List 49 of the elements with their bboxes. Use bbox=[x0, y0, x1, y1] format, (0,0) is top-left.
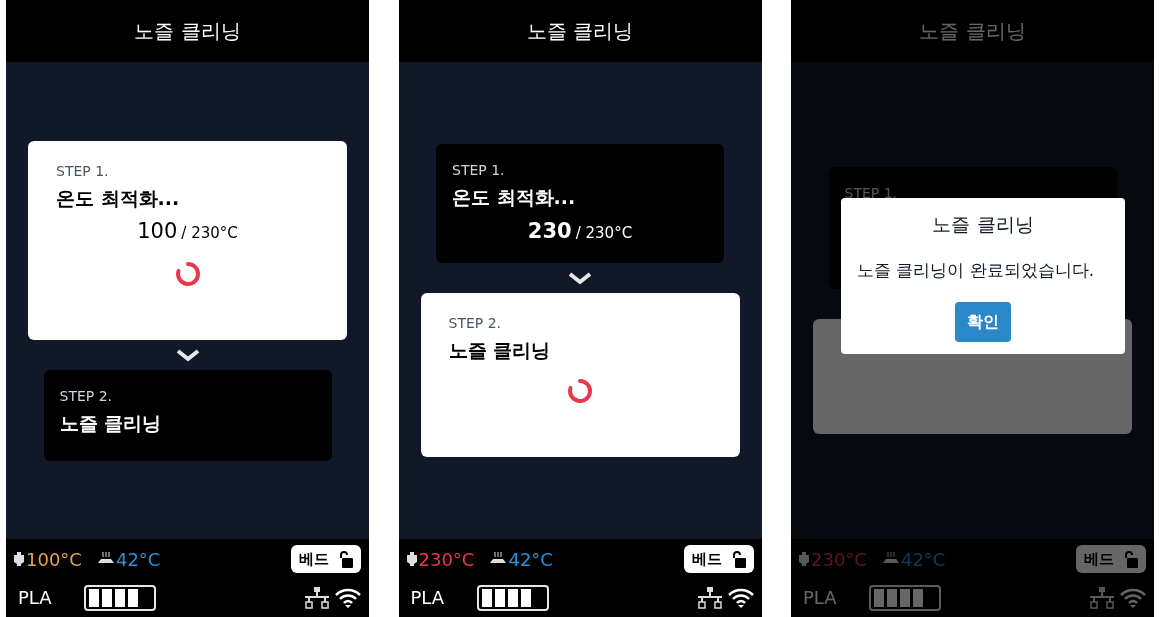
step-title: 온도 최적화... bbox=[452, 185, 577, 211]
step-label: STEP 1. bbox=[844, 184, 899, 203]
network-icon bbox=[303, 586, 331, 609]
nozzle-temperature: 230°C bbox=[811, 547, 867, 572]
step-label: STEP 1. bbox=[452, 161, 506, 181]
bed-temperature: 42°C bbox=[900, 547, 946, 572]
wifi-icon bbox=[335, 587, 361, 608]
step-title: 노즐 클리닝 bbox=[59, 410, 163, 436]
bed-temperature: 42°C bbox=[508, 547, 553, 572]
wifi-icon bbox=[1120, 587, 1146, 608]
target-temperature: / 230°C bbox=[575, 222, 633, 244]
chevron-down-icon bbox=[567, 271, 593, 286]
network-icon bbox=[695, 586, 724, 609]
unlocked-padlock-icon bbox=[1122, 550, 1138, 568]
nozzle-icon bbox=[799, 552, 809, 566]
loading-spinner-icon bbox=[566, 376, 594, 405]
current-temperature: 100 bbox=[137, 218, 178, 245]
loading-spinner-icon bbox=[173, 259, 202, 288]
bed-lock-button[interactable]: 베드 bbox=[291, 545, 361, 573]
wifi-icon bbox=[727, 587, 754, 608]
dialog-message: 노즐 클리닝이 완료되었습니다. bbox=[857, 258, 1096, 282]
heated-bed-icon bbox=[97, 552, 114, 566]
bed-temperature: 42°C bbox=[115, 547, 161, 572]
step-title: 온도 최적화... bbox=[56, 185, 181, 211]
step-label: STEP 2. bbox=[59, 386, 114, 406]
screen-title: 노즐 클리닝 bbox=[526, 18, 634, 45]
bed-lock-button[interactable]: 베드 bbox=[683, 545, 754, 573]
confirm-button[interactable]: 확인 bbox=[955, 301, 1011, 342]
heated-bed-icon bbox=[882, 552, 899, 566]
nozzle-icon bbox=[406, 552, 417, 566]
screen-title: 노즐 클리닝 bbox=[919, 18, 1026, 45]
material-label: PLA bbox=[17, 586, 53, 610]
screen-title: 노즐 클리닝 bbox=[134, 18, 241, 45]
target-temperature: / 230°C bbox=[181, 223, 238, 244]
unlocked-padlock-icon bbox=[337, 550, 353, 568]
network-icon bbox=[1088, 586, 1116, 609]
step-label: STEP 2. bbox=[448, 314, 503, 334]
current-temperature: 230 bbox=[527, 217, 572, 245]
step-title: 노즐 클리닝 bbox=[448, 338, 552, 364]
bed-lock-button[interactable]: 베드 bbox=[1076, 545, 1146, 573]
heated-bed-icon bbox=[490, 552, 507, 566]
nozzle-temperature: 100°C bbox=[26, 547, 82, 572]
chevron-down-icon bbox=[174, 347, 201, 362]
nozzle-icon bbox=[14, 552, 24, 566]
step-label: STEP 1. bbox=[56, 161, 110, 181]
nozzle-temperature: 230°C bbox=[418, 547, 475, 572]
material-label: PLA bbox=[802, 586, 838, 610]
material-label: PLA bbox=[409, 586, 446, 610]
dialog-title: 노즐 클리닝 bbox=[931, 212, 1035, 237]
